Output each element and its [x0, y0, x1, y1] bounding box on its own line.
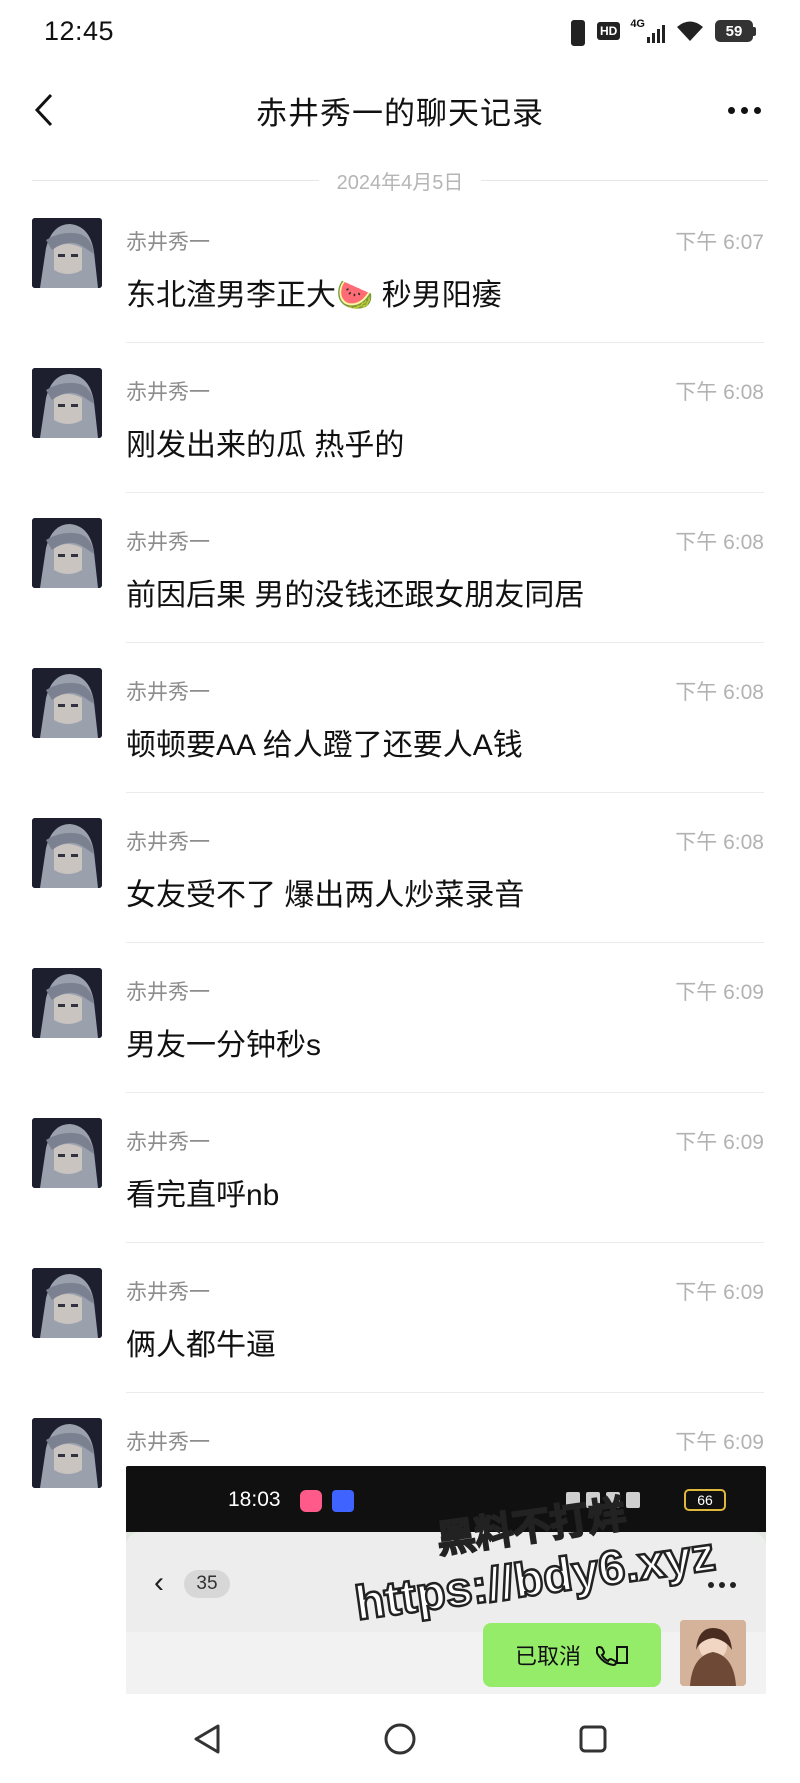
- status-time: 12:45: [44, 15, 115, 46]
- avatar[interactable]: [32, 968, 102, 1038]
- message-item[interactable]: 赤井秀一 下午 6:08 前因后果 男的没钱还跟女朋友同居: [0, 518, 800, 666]
- avatar[interactable]: [32, 218, 102, 288]
- message-text: 看完直呼nb: [126, 1179, 280, 1212]
- message-item[interactable]: 赤井秀一 下午 6:09 看完直呼nb: [0, 1118, 800, 1266]
- message-time: 下午 6:07: [675, 231, 764, 254]
- message-time: 下午 6:08: [675, 681, 764, 704]
- nav-recent-button[interactable]: [563, 1709, 623, 1769]
- hd-icon: HD: [596, 22, 621, 40]
- app-notification-icon: [332, 1490, 354, 1512]
- triangle-back-icon: [194, 1724, 220, 1753]
- message-time: 下午 6:08: [675, 831, 764, 854]
- chevron-left-icon: ‹: [154, 1566, 164, 1599]
- avatar[interactable]: [32, 668, 102, 738]
- date-separator: 2024年4月5日: [32, 165, 768, 195]
- more-dots-icon: [727, 106, 735, 114]
- avatar: [680, 1620, 746, 1686]
- vibrate-icon: [565, 17, 587, 46]
- avatar[interactable]: [32, 518, 102, 588]
- nav-home-button[interactable]: [370, 1709, 430, 1769]
- sender-name: 赤井秀一: [126, 381, 210, 404]
- message-time: 下午 6:08: [675, 381, 764, 404]
- embedded-chat-header: ‹ 35: [126, 1532, 766, 1632]
- avatar[interactable]: [32, 1118, 102, 1188]
- unread-count-badge: 35: [184, 1570, 230, 1598]
- embedded-status-bar: 18:03 66: [126, 1466, 766, 1532]
- message-time: 下午 6:08: [675, 531, 764, 554]
- call-cancelled-bubble: 已取消: [483, 1623, 661, 1687]
- chevron-left-icon: [34, 93, 53, 127]
- message-text: 俩人都牛逼: [126, 1329, 276, 1362]
- avatar[interactable]: [32, 818, 102, 888]
- system-navigation-bar: [0, 1694, 800, 1783]
- status-icons: HD 4G 59: [565, 17, 756, 46]
- message-time: 下午 6:09: [675, 1281, 764, 1304]
- message-time: 下午 6:09: [675, 1131, 764, 1154]
- date-text: 2024年4月5日: [336, 171, 464, 194]
- embedded-chat-area: [126, 1632, 766, 1694]
- nav-back-button[interactable]: [177, 1709, 237, 1769]
- wifi-icon: [675, 19, 705, 43]
- message-time: 下午 6:09: [675, 1431, 764, 1454]
- status-bar: 12:45 HD 4G 59: [0, 0, 800, 62]
- embedded-time: 18:03: [228, 1488, 281, 1511]
- network-type: 4G: [630, 18, 645, 30]
- more-options-button[interactable]: [724, 96, 764, 124]
- avatar[interactable]: [32, 368, 102, 438]
- sender-name: 赤井秀一: [126, 1281, 210, 1304]
- phone-call-icon: [596, 1646, 628, 1666]
- message-item[interactable]: 赤井秀一 下午 6:09 男友一分钟秒s: [0, 968, 800, 1116]
- sender-name: 赤井秀一: [126, 1431, 210, 1454]
- message-text: 女友受不了 爆出两人炒菜录音: [126, 879, 525, 912]
- page-title: 赤井秀一的聊天记录: [256, 95, 544, 131]
- message-text: 东北渣男李正大🍉 秒男阳痿: [126, 279, 502, 312]
- message-item[interactable]: 赤井秀一 下午 6:07 东北渣男李正大🍉 秒男阳痿: [0, 218, 800, 366]
- battery-icon: 59: [715, 20, 756, 42]
- sender-name: 赤井秀一: [126, 981, 210, 1004]
- app-notification-icon: [300, 1490, 322, 1512]
- message-text: 顿顿要AA 给人蹬了还要人A钱: [126, 729, 523, 762]
- message-time: 下午 6:09: [675, 981, 764, 1004]
- sender-name: 赤井秀一: [126, 831, 210, 854]
- more-dots-icon: [708, 1582, 736, 1588]
- message-item[interactable]: 赤井秀一 下午 6:08 顿顿要AA 给人蹬了还要人A钱: [0, 668, 800, 816]
- sender-name: 赤井秀一: [126, 531, 210, 554]
- sender-name: 赤井秀一: [126, 681, 210, 704]
- chat-history-header: 赤井秀一的聊天记录: [0, 62, 800, 158]
- circle-home-icon: [384, 1723, 416, 1754]
- sender-name: 赤井秀一: [126, 1131, 210, 1154]
- image-message[interactable]: 18:03 66 ‹ 35 已取消: [126, 1466, 766, 1694]
- avatar[interactable]: [32, 1268, 102, 1338]
- watermelon-emoji: 🍉: [336, 279, 374, 312]
- avatar[interactable]: [32, 1418, 102, 1488]
- battery-level: 59: [715, 20, 753, 42]
- back-button[interactable]: [24, 86, 64, 134]
- message-text: 前因后果 男的没钱还跟女朋友同居: [126, 579, 585, 612]
- message-text: 男友一分钟秒s: [126, 1029, 321, 1062]
- embedded-system-icons: [566, 1490, 676, 1510]
- signal-icon: 4G: [630, 19, 665, 43]
- message-item[interactable]: 赤井秀一 下午 6:09 俩人都牛逼: [0, 1268, 800, 1416]
- sender-name: 赤井秀一: [126, 231, 210, 254]
- square-recent-icon: [579, 1725, 607, 1752]
- embedded-battery-icon: 66: [684, 1489, 726, 1511]
- message-item[interactable]: 赤井秀一 下午 6:08 女友受不了 爆出两人炒菜录音: [0, 818, 800, 966]
- message-item[interactable]: 赤井秀一 下午 6:08 刚发出来的瓜 热乎的: [0, 368, 800, 516]
- message-text: 刚发出来的瓜 热乎的: [126, 429, 405, 462]
